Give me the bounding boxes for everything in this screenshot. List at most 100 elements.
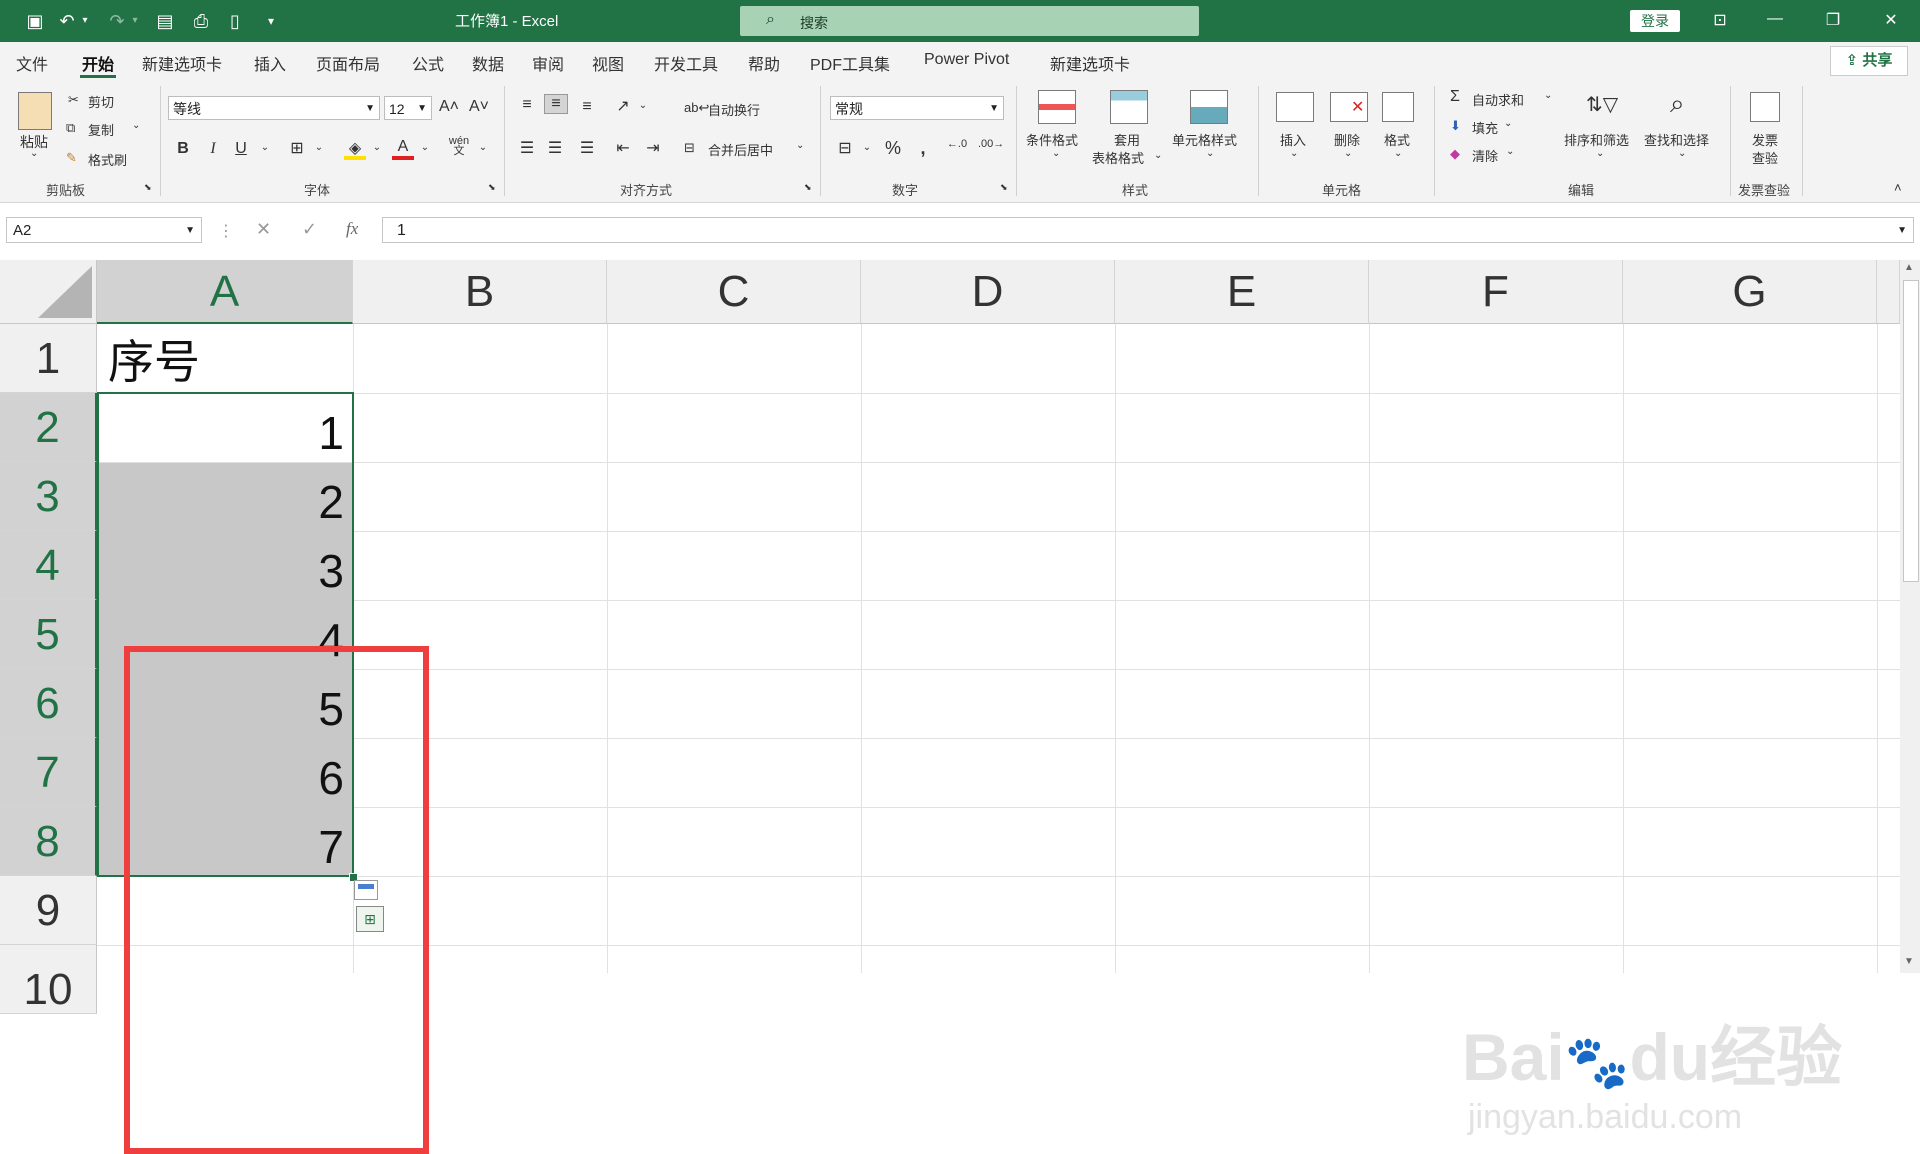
delete-cells-button[interactable]: 删除 [1334,130,1360,149]
font-color-dropdown-icon[interactable]: ⌄ [414,142,436,153]
column-header-g[interactable]: G [1623,260,1877,324]
autosum-button[interactable]: 自动求和 [1472,90,1524,109]
row-header-3[interactable]: 3 [0,462,97,531]
merge-dropdown-icon[interactable]: ⌄ [796,140,804,151]
column-header-a[interactable]: A [97,260,353,324]
search-box[interactable]: ⌕ 搜索 [740,6,1199,36]
column-header-e[interactable]: E [1115,260,1369,324]
tab-help[interactable]: 帮助 [748,51,780,75]
scroll-up-icon[interactable]: ▲ [1904,262,1914,273]
clipboard-launcher-icon[interactable]: ⬊ [144,182,152,193]
undo-dropdown-icon[interactable]: ▾ [74,10,96,32]
insert-cells-button[interactable]: 插入 [1280,130,1306,149]
tab-insert[interactable]: 插入 [254,51,286,75]
copy-button[interactable]: 复制 [88,120,114,139]
row-header-4[interactable]: 4 [0,531,97,600]
scroll-thumb[interactable] [1903,280,1919,582]
percent-icon[interactable]: % [882,138,904,159]
conditional-format-button[interactable]: 条件格式 [1026,130,1078,149]
row-header-2[interactable]: 2 [0,393,97,462]
fill-color-icon[interactable]: ◈ [344,138,366,160]
form-icon[interactable]: ▤ [154,10,176,32]
tab-formulas[interactable]: 公式 [412,51,444,75]
format-as-table-dropdown-icon[interactable]: ⌄ [1154,150,1162,161]
number-format-combo[interactable]: 常规 ▼ [830,96,1004,120]
login-button[interactable]: 登录 [1630,10,1680,32]
formula-input[interactable]: 1 ▼ [382,217,1914,243]
customize-toolbar-icon[interactable]: ▾ [260,10,282,32]
close-icon[interactable]: ✕ [1876,10,1906,30]
drag-handle-icon[interactable]: ⋮ [218,221,234,241]
font-color-icon[interactable]: A [392,138,414,160]
row-header-10[interactable]: 10 [0,945,97,1014]
cell-a3[interactable]: 2 [98,462,344,531]
fill-button[interactable]: 填充 [1472,118,1498,137]
align-right-icon[interactable]: ☰ [576,138,598,158]
tab-developer[interactable]: 开发工具 [654,51,718,75]
orientation-icon[interactable]: ↗ [612,96,634,116]
increase-indent-icon[interactable]: ⇥ [642,138,664,158]
print-preview-icon[interactable]: ⎙ [190,10,212,32]
save-icon[interactable]: ▣ [24,10,46,32]
find-dropdown-icon[interactable]: ⌄ [1678,148,1686,159]
scroll-down-icon[interactable]: ▼ [1904,956,1914,967]
phonetic-icon[interactable]: wén 文 [448,136,470,157]
tab-new-2[interactable]: 新建选项卡 [1050,51,1130,75]
bold-button[interactable]: B [172,140,194,158]
share-button[interactable]: ⇪ 共享 [1830,46,1908,76]
underline-dropdown-icon[interactable]: ⌄ [254,142,276,153]
delete-dropdown-icon[interactable]: ⌄ [1344,148,1352,159]
tab-view[interactable]: 视图 [592,51,624,75]
insert-dropdown-icon[interactable]: ⌄ [1290,148,1298,159]
expand-formula-icon[interactable]: ▼ [1897,218,1907,244]
column-header-d[interactable]: D [861,260,1115,324]
underline-button[interactable]: U [230,140,252,158]
increase-decimal-icon[interactable]: ←.0 [946,138,968,150]
align-left-icon[interactable]: ☰ [516,138,538,158]
select-all-button[interactable] [0,260,97,324]
border-dropdown-icon[interactable]: ⌄ [308,142,330,153]
font-size-combo[interactable]: 12 ▼ [384,96,432,120]
row-header-7[interactable]: 7 [0,738,97,807]
minimize-icon[interactable]: — [1760,10,1790,28]
tab-file[interactable]: 文件 [16,51,48,75]
cell-a2[interactable]: 1 [98,393,344,462]
column-header-b[interactable]: B [353,260,607,324]
number-launcher-icon[interactable]: ⬊ [1000,182,1008,193]
tab-new-1[interactable]: 新建选项卡 [142,51,222,75]
cell-a4[interactable]: 3 [98,531,344,600]
phonetic-dropdown-icon[interactable]: ⌄ [472,142,494,153]
decrease-indent-icon[interactable]: ⇤ [612,138,634,158]
row-header-8[interactable]: 8 [0,807,97,876]
format-painter-button[interactable]: 格式刷 [88,150,127,169]
conditional-dropdown-icon[interactable]: ⌄ [1052,148,1060,159]
increase-font-icon[interactable]: A˄ [438,98,460,116]
invoice-line-1[interactable]: 发票 [1752,130,1778,149]
format-as-table-label-1[interactable]: 套用 [1114,130,1140,149]
vertical-scrollbar[interactable]: ▲ ▼ [1900,260,1920,973]
restore-icon[interactable]: ❐ [1818,10,1848,30]
orientation-dropdown-icon[interactable]: ⌄ [632,100,654,111]
fill-color-dropdown-icon[interactable]: ⌄ [366,142,388,153]
collapse-ribbon-icon[interactable]: ˄ [1894,180,1902,195]
alignment-launcher-icon[interactable]: ⬊ [804,182,812,193]
merge-center-button[interactable]: 合并后居中 [708,140,773,159]
sort-dropdown-icon[interactable]: ⌄ [1596,148,1604,159]
tab-home[interactable]: 开始 [82,51,114,75]
name-box[interactable]: A2 ▼ [6,217,202,243]
sort-filter-button[interactable]: 排序和筛选 [1564,130,1629,149]
paste-icon[interactable] [18,92,52,130]
align-top-icon[interactable]: ≡ [516,96,538,114]
ribbon-display-icon[interactable]: ⊡ [1705,10,1735,30]
invoice-line-2[interactable]: 查验 [1752,148,1778,167]
format-cells-button[interactable]: 格式 [1384,130,1410,149]
row-header-9[interactable]: 9 [0,876,97,945]
row-header-1[interactable]: 1 [0,324,97,393]
document-icon[interactable]: ▯ [224,10,246,32]
decrease-decimal-icon[interactable]: .00→ [978,138,1004,150]
tab-review[interactable]: 审阅 [532,51,564,75]
accounting-format-icon[interactable]: ⊟ [834,138,856,158]
tab-page-layout[interactable]: 页面布局 [316,51,380,75]
cell-styles-button[interactable]: 单元格样式 [1172,130,1237,149]
row-header-6[interactable]: 6 [0,669,97,738]
